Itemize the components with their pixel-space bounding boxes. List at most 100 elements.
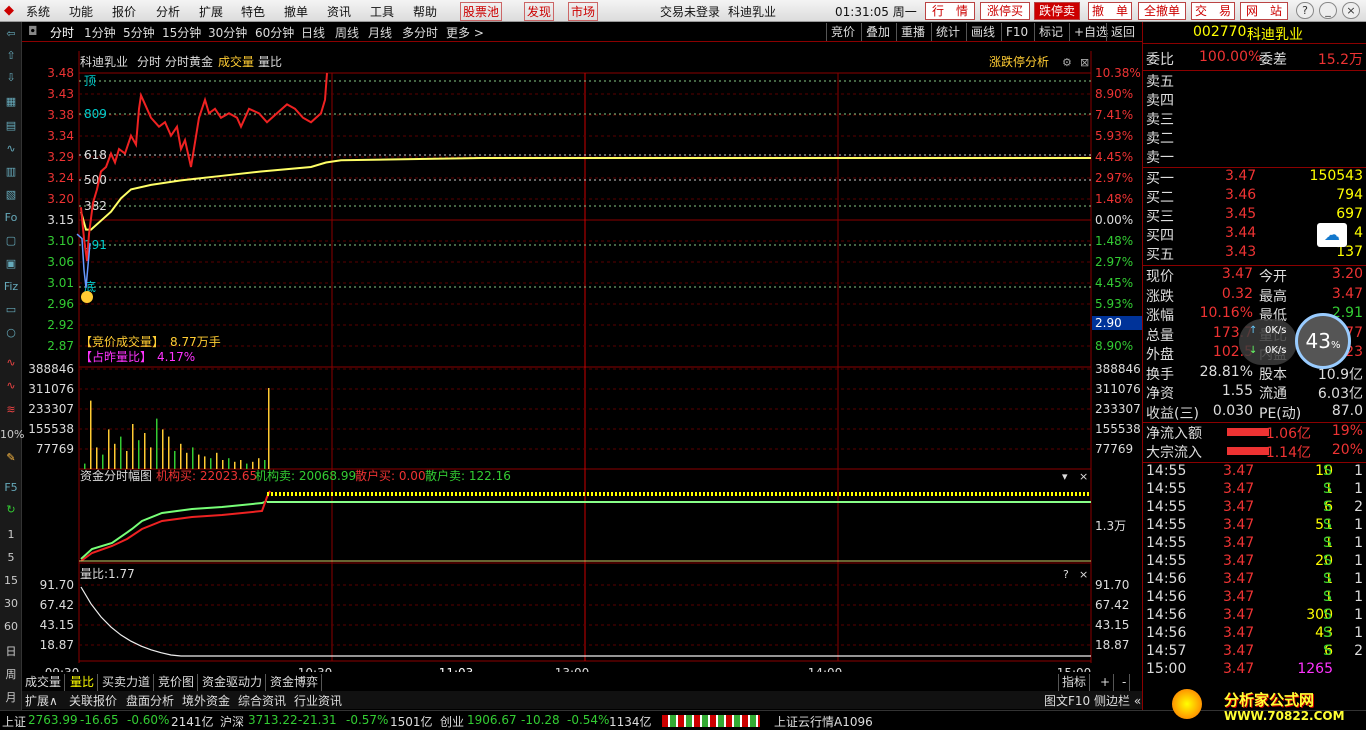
tick-row[interactable]: 14:55 3.47 10 S 1 (1143, 463, 1366, 482)
tab-1min[interactable]: 1分钟 (84, 24, 116, 41)
sell-row[interactable]: 卖一 (1143, 147, 1366, 166)
menu-system[interactable]: 系统 (26, 3, 50, 20)
tab-news[interactable]: 综合资讯 (238, 692, 286, 709)
tab-fund-game[interactable]: 资金博弈 (267, 674, 323, 691)
grid-icon[interactable]: ▦ (2, 94, 20, 110)
tab-overlay[interactable]: 叠加 (861, 23, 894, 41)
discover-button[interactable]: 发现 (524, 2, 555, 21)
tick-row[interactable]: 14:55 3.47 1 S 1 (1143, 481, 1366, 500)
period-5[interactable]: 5 (0, 551, 22, 564)
buy-row[interactable]: 买二 3.46 794 (1143, 187, 1366, 206)
flow-row[interactable]: 大宗流入 1.14亿 20% (1143, 442, 1366, 461)
limit-up-buy-button[interactable]: 涨停买 (980, 2, 1030, 20)
tab-30min[interactable]: 30分钟 (208, 24, 247, 41)
stat-row[interactable]: 收益(三) 0.030 PE(动) 87.0 (1143, 403, 1366, 422)
cloud-icon[interactable]: ☁ (1317, 223, 1347, 247)
sell-row[interactable]: 卖四 (1143, 90, 1366, 109)
table-icon[interactable]: ▤ (2, 118, 20, 134)
ratio-close-icon[interactable]: × (1079, 568, 1088, 581)
minimize-icon[interactable]: _ (1319, 2, 1337, 19)
tab-weekly[interactable]: 周线 (335, 24, 359, 41)
tab-return[interactable]: 返回 (1106, 23, 1139, 41)
f5-icon[interactable]: F5 (2, 480, 20, 496)
chart-tab-golden[interactable]: 分时黄金 (165, 54, 213, 69)
f10-button[interactable]: 图文F10 (1044, 692, 1090, 709)
fund-close-icon[interactable]: × (1079, 470, 1088, 483)
window-icon[interactable]: ▭ (2, 302, 20, 318)
trend2-icon[interactable]: ∿ (2, 378, 20, 394)
close-icon[interactable]: × (1342, 2, 1360, 19)
trend-icon[interactable]: ∿ (2, 355, 20, 371)
flow-row[interactable]: 净流入额 1.06亿 19% (1143, 423, 1366, 442)
doc-icon[interactable]: ▢ (2, 233, 20, 249)
menu-extend[interactable]: 扩展 (199, 3, 223, 20)
sell-row[interactable]: 卖二 (1143, 128, 1366, 147)
tab-auction[interactable]: 竞价 (826, 23, 859, 41)
tab-15min[interactable]: 15分钟 (162, 24, 201, 41)
help-icon[interactable]: ? (1296, 2, 1314, 19)
tick-row[interactable]: 14:56 3.47 1 S 1 (1143, 589, 1366, 608)
stat-row[interactable]: 现价 3.47 今开 3.20 (1143, 266, 1366, 285)
up-arrow-icon[interactable]: ⇧ (2, 48, 20, 64)
period-1[interactable]: 1 (0, 528, 22, 541)
cancel-all-button[interactable]: 全撤单 (1138, 2, 1186, 20)
menu-analysis[interactable]: 分析 (156, 3, 180, 20)
tab-daily[interactable]: 日线 (301, 24, 325, 41)
tab-foreign-funds[interactable]: 境外资金 (182, 692, 230, 709)
menu-tools[interactable]: 工具 (370, 3, 394, 20)
memory-usage-widget[interactable]: 43% (1295, 313, 1351, 369)
tab-industry-news[interactable]: 行业资讯 (294, 692, 342, 709)
tick-row[interactable]: 14:56 3.47 43 S 1 (1143, 625, 1366, 644)
period-30[interactable]: 30 (0, 597, 22, 610)
tab-draw[interactable]: 画线 (966, 23, 999, 41)
chart-tab-intraday[interactable]: 分时 (137, 55, 161, 69)
intraday-chart[interactable]: 3.48 10.38% 3.43 8.90% 3.38 7.41% 3.34 5.93% 3.2… (22, 42, 1142, 672)
fiz-icon[interactable]: Fiz (2, 279, 20, 295)
refresh-icon[interactable]: ↻ (2, 502, 20, 518)
tick-row[interactable]: 14:55 3.47 20 S 1 (1143, 553, 1366, 572)
stat-row[interactable]: 涨跌 0.32 最高 3.47 (1143, 286, 1366, 305)
indicator-button[interactable]: 指标 (1058, 674, 1091, 691)
tab-monthly[interactable]: 月线 (368, 24, 392, 41)
trade-button[interactable]: 交 易 (1191, 2, 1235, 20)
tab-replay[interactable]: 重播 (896, 23, 929, 41)
buy-row[interactable]: 买一 3.47 150543 (1143, 168, 1366, 187)
period-15[interactable]: 15 (0, 574, 22, 587)
website-button[interactable]: 网 站 (1240, 2, 1288, 20)
sell-row[interactable]: 卖三 (1143, 109, 1366, 128)
tab-stats[interactable]: 统计 (931, 23, 964, 41)
gear-icon[interactable]: ⚙ (1062, 56, 1072, 69)
period-month[interactable]: 月 (0, 689, 22, 705)
ratio-help-icon[interactable]: ? (1063, 568, 1069, 581)
limit-analysis-label[interactable]: 涨跌停分析 (989, 54, 1049, 69)
tab-5min[interactable]: 5分钟 (123, 24, 155, 41)
tick-row[interactable]: 14:57 3.47 6 S 2 (1143, 643, 1366, 662)
tab-related[interactable]: 关联报价 (69, 692, 117, 709)
candle-icon[interactable]: ▥ (2, 164, 20, 180)
calendar-icon[interactable]: ▣ (2, 256, 20, 272)
period-week[interactable]: 周 (0, 666, 22, 682)
sidebar-toggle[interactable]: 侧边栏 « (1094, 692, 1141, 709)
tab-fund-drive[interactable]: 资金驱动力 (199, 674, 267, 691)
pen-icon[interactable]: ✎ (2, 450, 20, 466)
menu-special[interactable]: 特色 (241, 3, 265, 20)
tick-row[interactable]: 14:55 3.47 1 S 1 (1143, 535, 1366, 554)
bars-icon[interactable]: ▧ (2, 187, 20, 203)
menu-info[interactable]: 资讯 (327, 3, 351, 20)
tab-auction-chart[interactable]: 竞价图 (155, 674, 199, 691)
period-60[interactable]: 60 (0, 620, 22, 633)
tick-row[interactable]: 15:00 3.47 1265 (1143, 661, 1366, 680)
tab-multi[interactable]: 多分时 (402, 24, 438, 41)
circle-icon[interactable]: ○ (2, 325, 20, 341)
tab-f10[interactable]: F10 (1001, 23, 1032, 41)
market-button[interactable]: 市场 (568, 2, 599, 21)
line-chart-icon[interactable]: ∿ (2, 141, 20, 157)
tick-row[interactable]: 14:56 3.47 300 S 1 (1143, 607, 1366, 626)
tick-row[interactable]: 14:55 3.47 51 S 1 (1143, 517, 1366, 536)
close-panel-icon[interactable]: ⊠ (1080, 56, 1089, 69)
menu-quote[interactable]: 报价 (112, 3, 136, 20)
chart-tab-volume[interactable]: 成交量 (218, 54, 254, 69)
stat-row[interactable]: 净资 1.55 流通 6.03亿 (1143, 383, 1366, 402)
tab-intraday[interactable]: 分时 (50, 24, 74, 41)
tab-extend[interactable]: 扩展∧ (25, 692, 58, 709)
